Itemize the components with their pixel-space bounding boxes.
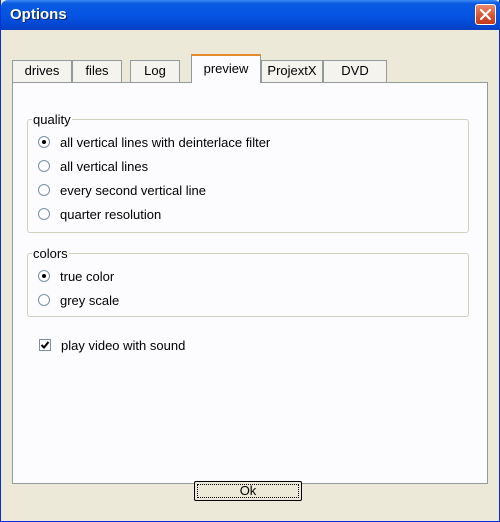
- quality-legend: quality: [32, 112, 72, 127]
- play-sound-checkbox[interactable]: [39, 339, 51, 351]
- colors-legend: colors: [32, 246, 69, 261]
- window-title: Options: [10, 6, 67, 23]
- option-label: every second vertical line: [60, 182, 206, 198]
- radio-button[interactable]: [38, 184, 50, 196]
- title-bar[interactable]: Options: [1, 0, 500, 30]
- tab-label: preview: [203, 61, 249, 76]
- quality-group: quality all vertical lines with deinterl…: [27, 112, 469, 233]
- option-label: all vertical lines: [60, 158, 149, 174]
- quality-option-deinterlace[interactable]: all vertical lines with deinterlace filt…: [38, 134, 270, 150]
- preview-tab-panel: quality all vertical lines with deinterl…: [12, 82, 488, 484]
- option-label: true color: [60, 268, 115, 284]
- tab-label: DVD: [341, 63, 369, 78]
- colors-option-true-color[interactable]: true color: [38, 268, 114, 284]
- tab-preview[interactable]: preview: [191, 54, 261, 83]
- checkmark-icon: [40, 341, 50, 349]
- options-dialog: Options drives files Log preview Projext…: [0, 0, 500, 522]
- play-sound-option[interactable]: play video with sound: [39, 337, 185, 353]
- ok-button-label: Ok: [239, 483, 257, 498]
- radio-button[interactable]: [38, 294, 50, 306]
- tab-label: ProjextX: [267, 63, 317, 78]
- ok-button[interactable]: Ok: [194, 481, 302, 501]
- quality-option-quarter[interactable]: quarter resolution: [38, 206, 161, 222]
- radio-button[interactable]: [38, 160, 50, 172]
- radio-button[interactable]: [38, 136, 50, 148]
- tab-log[interactable]: Log: [130, 60, 180, 82]
- tab-drives[interactable]: drives: [12, 60, 72, 82]
- tab-dvd[interactable]: DVD: [323, 60, 387, 82]
- quality-option-all-lines[interactable]: all vertical lines: [38, 158, 148, 174]
- radio-button[interactable]: [38, 208, 50, 220]
- colors-group: colors true color grey scale: [27, 246, 469, 317]
- tab-files[interactable]: files: [72, 60, 122, 82]
- option-label: grey scale: [60, 292, 120, 308]
- tab-label: files: [85, 63, 109, 78]
- tab-projectx[interactable]: ProjextX: [261, 60, 323, 82]
- quality-option-second-line[interactable]: every second vertical line: [38, 182, 206, 198]
- tab-label: drives: [24, 63, 60, 78]
- tab-label: Log: [144, 63, 166, 78]
- radio-button[interactable]: [38, 270, 50, 282]
- close-icon: [479, 8, 492, 21]
- option-label: all vertical lines with deinterlace filt…: [60, 134, 271, 150]
- option-label: quarter resolution: [60, 206, 162, 222]
- colors-option-grey-scale[interactable]: grey scale: [38, 292, 119, 308]
- option-label: play video with sound: [61, 337, 186, 353]
- close-button[interactable]: [475, 4, 496, 25]
